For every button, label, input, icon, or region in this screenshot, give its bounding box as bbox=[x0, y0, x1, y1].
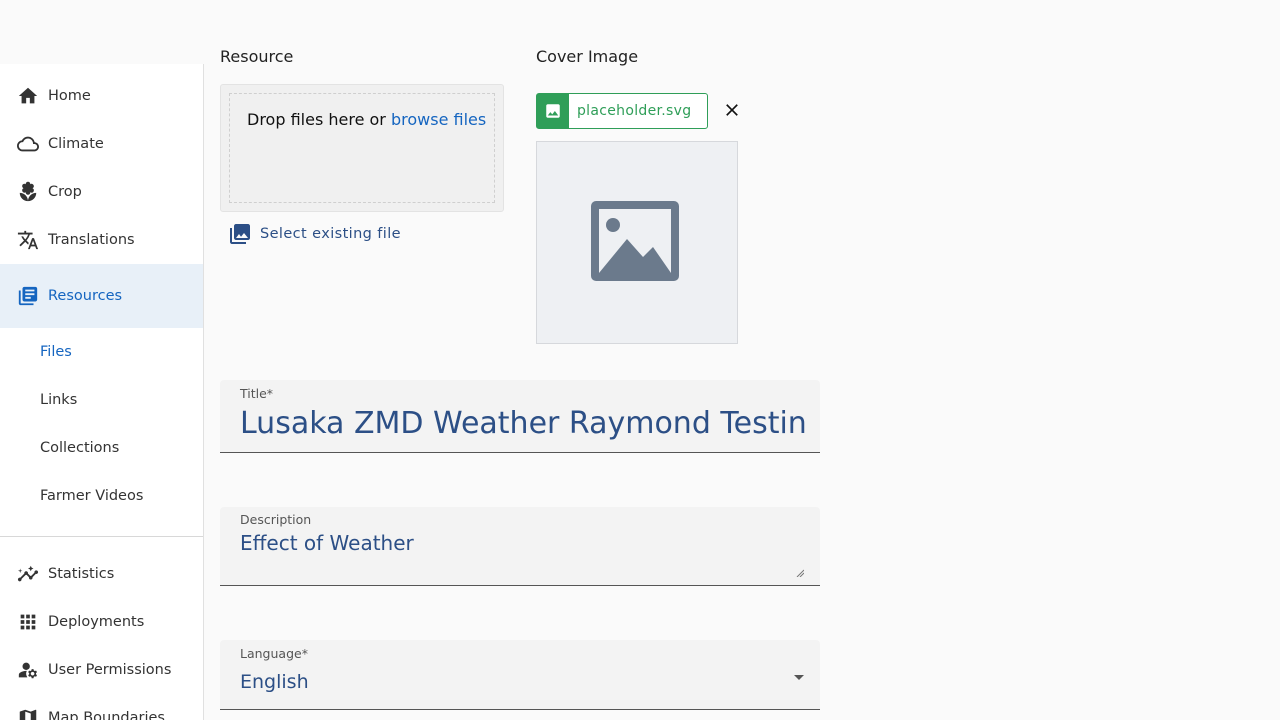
sidebar-item-label: Statistics bbox=[48, 566, 115, 582]
chart-line-icon bbox=[16, 562, 40, 586]
image-placeholder-icon bbox=[591, 200, 679, 281]
grid-icon bbox=[16, 610, 40, 634]
browse-files-link[interactable]: browse files bbox=[391, 110, 486, 129]
description-field[interactable]: Description Effect of Weather bbox=[220, 507, 820, 586]
home-icon bbox=[16, 84, 40, 108]
sidebar-item-label: Climate bbox=[48, 136, 104, 152]
sidebar-subitem-farmer-videos[interactable]: Farmer Videos bbox=[0, 472, 203, 520]
language-field-label: Language* bbox=[240, 646, 308, 661]
cover-image-preview bbox=[536, 141, 738, 344]
chevron-down-icon[interactable] bbox=[792, 670, 806, 684]
cover-file-name: placeholder.svg bbox=[577, 103, 692, 119]
drop-text: Drop files here or browse files bbox=[247, 110, 486, 129]
sidebar-item-statistics[interactable]: Statistics bbox=[0, 550, 203, 598]
select-existing-file-button[interactable]: Select existing file bbox=[228, 222, 401, 246]
sidebar-item-user-permissions[interactable]: User Permissions bbox=[0, 646, 203, 694]
sidebar-item-map-boundaries[interactable]: Map Boundaries bbox=[0, 694, 203, 720]
title-field-label: Title* bbox=[240, 386, 274, 401]
sidebar-subitem-label: Collections bbox=[40, 440, 120, 456]
sidebar-subitem-label: Farmer Videos bbox=[40, 488, 144, 504]
sidebar-subitem-label: Links bbox=[40, 392, 78, 408]
sidebar-item-resources[interactable]: Resources bbox=[0, 264, 203, 328]
sidebar-item-label: Crop bbox=[48, 184, 82, 200]
sidebar-subitem-files[interactable]: Files bbox=[0, 328, 203, 376]
sidebar-subitem-collections[interactable]: Collections bbox=[0, 424, 203, 472]
sidebar-item-deployments[interactable]: Deployments bbox=[0, 598, 203, 646]
sidebar-item-home[interactable]: Home bbox=[0, 72, 203, 120]
sidebar-item-label: Deployments bbox=[48, 614, 145, 630]
sidebar-divider bbox=[0, 536, 203, 537]
language-selected-value: English bbox=[240, 671, 309, 693]
description-field-label: Description bbox=[240, 512, 312, 527]
dropzone-border: Drop files here or browse files bbox=[229, 93, 495, 203]
title-input[interactable]: Lusaka ZMD Weather Raymond Testing bbox=[240, 406, 806, 441]
image-icon bbox=[537, 94, 569, 128]
sidebar-item-label: Translations bbox=[48, 232, 135, 248]
select-existing-label: Select existing file bbox=[260, 226, 401, 242]
sprout-icon bbox=[16, 180, 40, 204]
photo-library-icon bbox=[228, 222, 252, 246]
sidebar-item-translations[interactable]: Translations bbox=[0, 216, 203, 264]
sidebar-item-climate[interactable]: Climate bbox=[0, 120, 203, 168]
resource-label: Resource bbox=[220, 47, 294, 66]
sidebar-item-label: Home bbox=[48, 88, 91, 104]
library-icon bbox=[16, 284, 40, 308]
user-cog-icon bbox=[16, 658, 40, 682]
sidebar-subitem-links[interactable]: Links bbox=[0, 376, 203, 424]
resize-handle-icon[interactable] bbox=[796, 569, 804, 577]
cover-image-label: Cover Image bbox=[536, 47, 639, 66]
close-icon[interactable] bbox=[720, 98, 744, 122]
file-dropzone[interactable]: Drop files here or browse files bbox=[220, 84, 504, 212]
sidebar-item-crop[interactable]: Crop bbox=[0, 168, 203, 216]
title-field[interactable]: Title* Lusaka ZMD Weather Raymond Testin… bbox=[220, 380, 820, 453]
cloud-icon bbox=[16, 132, 40, 156]
map-icon bbox=[16, 706, 40, 720]
description-textarea[interactable]: Effect of Weather bbox=[240, 531, 800, 555]
sidebar: Home Climate Crop Translations Resources… bbox=[0, 64, 204, 720]
drop-instruction: Drop files here or bbox=[247, 110, 391, 129]
sidebar-item-label: Resources bbox=[48, 288, 123, 304]
language-select[interactable]: Language* English bbox=[220, 640, 820, 710]
cover-file-chip[interactable]: placeholder.svg bbox=[536, 93, 708, 129]
translate-icon bbox=[16, 228, 40, 252]
sidebar-item-label: Map Boundaries bbox=[48, 710, 165, 720]
sidebar-item-label: User Permissions bbox=[48, 662, 172, 678]
sidebar-subitem-label: Files bbox=[40, 344, 72, 360]
